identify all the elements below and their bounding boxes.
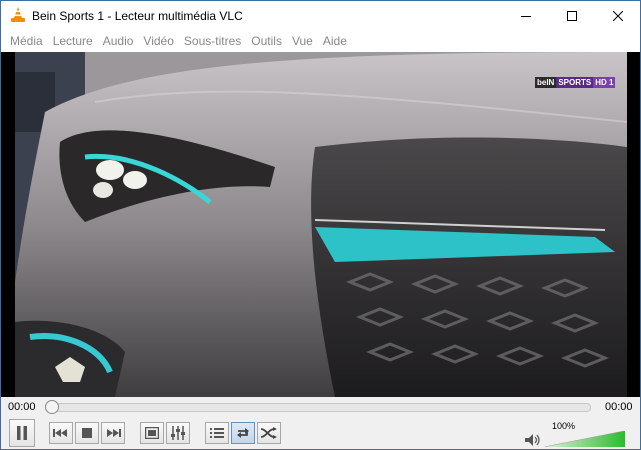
shuffle-icon (261, 427, 277, 439)
vlc-window: Bein Sports 1 - Lecteur multimédia VLC M… (0, 0, 641, 450)
menu-tools[interactable]: Outils (246, 31, 287, 52)
title-bar[interactable]: Bein Sports 1 - Lecteur multimédia VLC (1, 1, 640, 31)
channel-logo-part: HD 1 (593, 77, 616, 88)
menu-subtitles[interactable]: Sous-titres (179, 31, 246, 52)
total-time[interactable]: 00:00 (605, 401, 633, 413)
pause-icon (17, 426, 27, 440)
video-area[interactable]: beIN SPORTS HD 1 (1, 52, 640, 397)
menu-audio[interactable]: Audio (98, 31, 139, 52)
channel-logo-part: beIN (535, 77, 557, 88)
menu-playback[interactable]: Lecture (48, 31, 98, 52)
fullscreen-button[interactable] (140, 422, 164, 444)
video-frame: beIN SPORTS HD 1 (15, 52, 627, 397)
channel-logo: beIN SPORTS HD 1 (535, 77, 616, 88)
pause-button[interactable] (9, 419, 35, 447)
menu-media[interactable]: Média (5, 31, 48, 52)
maximize-button[interactable] (549, 1, 595, 31)
next-icon (107, 429, 121, 437)
seek-handle[interactable] (45, 400, 59, 414)
seek-bar[interactable] (45, 403, 591, 412)
extended-settings-button[interactable] (166, 422, 190, 444)
window-title: Bein Sports 1 - Lecteur multimédia VLC (32, 9, 243, 23)
menu-view[interactable]: Vue (287, 31, 318, 52)
loop-button[interactable] (231, 422, 255, 444)
menu-bar: Média Lecture Audio Vidéo Sous-titres Ou… (1, 31, 640, 52)
video-image (15, 52, 627, 397)
minimize-icon (521, 16, 531, 17)
next-button[interactable] (101, 422, 125, 444)
menu-video[interactable]: Vidéo (138, 31, 178, 52)
shuffle-button[interactable] (257, 422, 281, 444)
volume-percent: 100% (552, 421, 576, 431)
volume-slider[interactable] (545, 431, 625, 447)
close-icon (613, 11, 623, 21)
close-button[interactable] (595, 1, 641, 31)
controls-bar: 100% (1, 417, 640, 449)
extended-settings-icon (171, 426, 185, 440)
fullscreen-icon (145, 427, 159, 439)
playlist-button[interactable] (205, 422, 229, 444)
loop-icon (237, 428, 249, 438)
maximize-icon (567, 11, 577, 21)
channel-logo-part: SPORTS (556, 77, 594, 88)
menu-help[interactable]: Aide (318, 31, 352, 52)
stop-button[interactable] (75, 422, 99, 444)
speaker-icon[interactable] (525, 433, 541, 447)
stop-icon (82, 428, 92, 438)
previous-button[interactable] (49, 422, 73, 444)
elapsed-time[interactable]: 00:00 (8, 401, 36, 413)
seek-row: 00:00 00:00 (1, 397, 640, 417)
previous-icon (53, 429, 67, 437)
playlist-icon (210, 428, 224, 438)
vlc-cone-icon (11, 7, 25, 22)
minimize-button[interactable] (503, 1, 549, 31)
